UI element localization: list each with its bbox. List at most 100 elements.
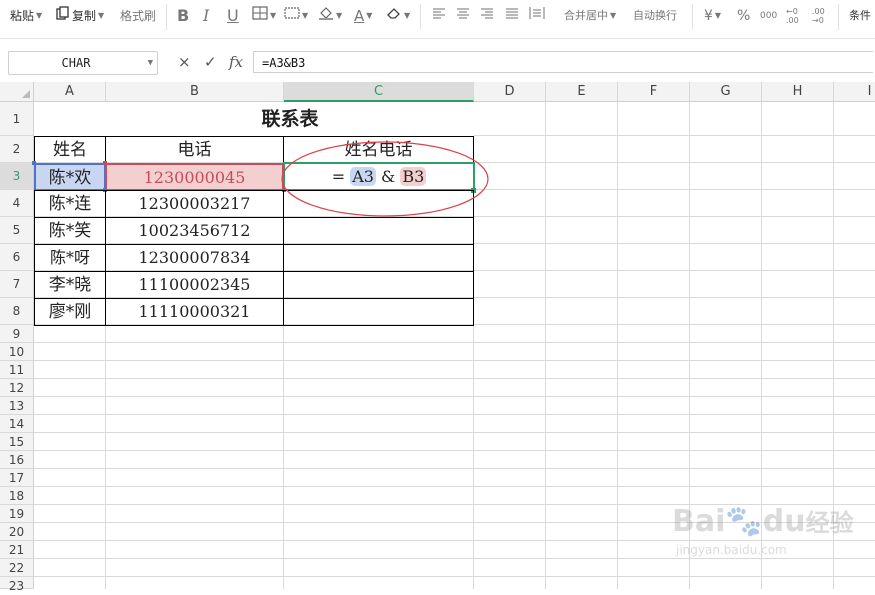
row-header-15[interactable]: 15 (0, 433, 34, 451)
row-header-22[interactable]: 22 (0, 559, 34, 577)
cell-header-phone[interactable]: 电话 (105, 136, 284, 164)
row-header-18[interactable]: 18 (0, 487, 34, 505)
bold-button[interactable]: B (177, 6, 189, 26)
row-header-12[interactable]: 12 (0, 379, 34, 397)
conditional-format-button[interactable]: 条件 (849, 6, 871, 26)
copy-button[interactable]: 复制 ▼ (56, 6, 104, 26)
paste-label: 粘贴 (10, 9, 35, 23)
row-header-3[interactable]: 3 (0, 163, 34, 190)
copy-label: 复制 (72, 9, 97, 23)
cell-name-phone[interactable] (283, 244, 474, 272)
decrease-decimal-button[interactable]: .00 →0 (812, 6, 830, 26)
format-painter-label: 格式刷 (120, 9, 157, 23)
merge-center-button[interactable]: 合并居中 ▼ (564, 6, 616, 26)
cell-name[interactable]: 陈*连 (34, 190, 106, 218)
chevron-down-icon: ▼ (302, 11, 309, 20)
cell-phone[interactable]: 12300007834 (105, 244, 284, 272)
row-header-2[interactable]: 2 (0, 136, 34, 163)
row-header-21[interactable]: 21 (0, 541, 34, 559)
cell-a1[interactable] (34, 102, 106, 136)
row-header-6[interactable]: 6 (0, 244, 34, 271)
row-header-20[interactable]: 20 (0, 523, 34, 541)
cell-name[interactable]: 李*晓 (34, 271, 106, 299)
confirm-button[interactable]: ✓ (204, 51, 217, 73)
formula-input[interactable]: =A3&B3 (253, 51, 873, 73)
percent-button[interactable]: % (737, 6, 750, 26)
column-header-b[interactable]: B (106, 82, 284, 102)
row-header-9[interactable]: 9 (0, 325, 34, 343)
ribbon-divider (692, 4, 693, 30)
row-header-17[interactable]: 17 (0, 469, 34, 487)
wrap-text-button[interactable]: 自动换行 (633, 6, 677, 26)
cell-name[interactable]: 陈*笑 (34, 217, 106, 245)
row-header-1[interactable]: 1 (0, 102, 34, 136)
font-color-button[interactable]: A ▼ (354, 6, 372, 26)
align-center-button[interactable] (456, 6, 470, 26)
cell-phone[interactable]: 11100002345 (105, 271, 284, 299)
currency-button[interactable]: ¥ ▼ (704, 6, 721, 26)
column-header-d[interactable]: D (474, 82, 546, 102)
justify-button[interactable] (505, 6, 519, 26)
row-header-7[interactable]: 7 (0, 271, 34, 298)
italic-button[interactable]: I (203, 6, 209, 26)
increase-decimal-button[interactable]: ←0 .00 (786, 6, 804, 26)
row-header-5[interactable]: 5 (0, 217, 34, 244)
align-left-button[interactable] (432, 6, 446, 26)
insert-function-button[interactable]: fx (229, 51, 243, 73)
border-button[interactable]: ▼ (252, 6, 276, 26)
percent-icon: % (737, 8, 751, 24)
row-header-19[interactable]: 19 (0, 505, 34, 523)
eraser-icon (386, 6, 402, 26)
column-header-a[interactable]: A (34, 82, 106, 102)
paw-icon: 🐾 (725, 504, 763, 539)
cell-phone[interactable]: 12300003217 (105, 190, 284, 218)
row-header-10[interactable]: 10 (0, 343, 34, 361)
row-header-4[interactable]: 4 (0, 190, 34, 217)
fill-color-button[interactable]: ▼ (318, 6, 342, 26)
cancel-button[interactable]: × (178, 51, 191, 73)
distributed-button[interactable] (529, 6, 545, 26)
clear-button[interactable]: ▼ (386, 6, 410, 26)
ribbon-divider (166, 4, 167, 30)
cell-phone[interactable]: 10023456712 (105, 217, 284, 245)
gridline (617, 102, 618, 589)
name-box[interactable]: CHAR ▼ (8, 51, 158, 75)
column-header-c[interactable]: C (284, 82, 474, 102)
column-header-h[interactable]: H (762, 82, 834, 102)
ref-handle[interactable] (32, 161, 36, 165)
confirm-icon: ✓ (204, 53, 217, 71)
row-header-13[interactable]: 13 (0, 397, 34, 415)
cell-style-button[interactable]: ▼ (284, 6, 308, 26)
cell-phone[interactable]: 11110000321 (105, 298, 284, 326)
column-header-g[interactable]: G (690, 82, 762, 102)
row-header-8[interactable]: 8 (0, 298, 34, 325)
row-header-23[interactable]: 23 (0, 577, 34, 593)
gridline (34, 414, 875, 415)
cell-name-phone[interactable] (283, 217, 474, 245)
thousands-button[interactable]: 000 (760, 6, 777, 26)
underline-label: U (227, 6, 239, 25)
column-header-f[interactable]: F (618, 82, 690, 102)
select-all-corner[interactable] (0, 82, 34, 102)
row-header-11[interactable]: 11 (0, 361, 34, 379)
chevron-down-icon: ▼ (610, 11, 617, 20)
row-header-14[interactable]: 14 (0, 415, 34, 433)
cell-name-phone[interactable] (283, 298, 474, 326)
cell-name[interactable]: 陈*呀 (34, 244, 106, 272)
row-header-16[interactable]: 16 (0, 451, 34, 469)
cell-header-name[interactable]: 姓名 (34, 136, 106, 164)
cell-name-phone[interactable] (283, 271, 474, 299)
format-painter-button[interactable]: 格式刷 (120, 6, 156, 26)
cell-b3-ref-highlight[interactable]: 1230000045 (105, 163, 284, 191)
cell-a3-ref-highlight[interactable]: 陈*欢 (34, 163, 106, 191)
fx-icon: fx (229, 53, 244, 71)
underline-button[interactable]: U (227, 6, 239, 26)
cell-name[interactable]: 廖*刚 (34, 298, 106, 326)
align-right-button[interactable] (480, 6, 494, 26)
ref-handle[interactable] (103, 161, 107, 165)
sheet-title[interactable]: 联系表 (106, 102, 474, 136)
column-header-i[interactable]: I (834, 82, 875, 102)
paste-button[interactable]: 粘贴 ▼ (10, 6, 42, 26)
column-header-e[interactable]: E (546, 82, 618, 102)
gridline (34, 432, 875, 433)
